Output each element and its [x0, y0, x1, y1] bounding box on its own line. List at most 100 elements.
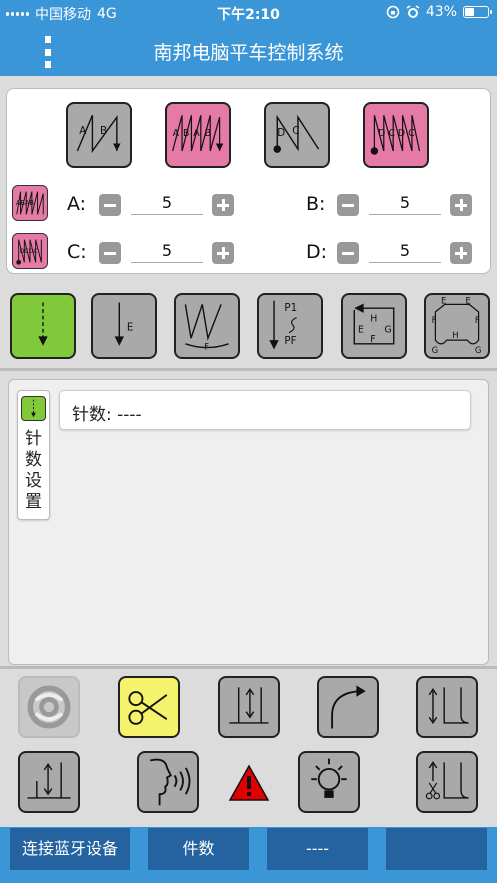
svg-text:P1: P1 [284, 302, 297, 314]
svg-text:E: E [465, 295, 470, 305]
stitch-setting-tab[interactable]: 针数设置 [17, 390, 50, 520]
piece-count-value: ---- [267, 828, 368, 870]
stitch-dcdc-icon: D C D C [370, 115, 421, 155]
status-bar: 中国移动 4G 下午2:10 43% [0, 0, 497, 26]
connect-bluetooth-button[interactable]: 连接蓝牙设备 [10, 828, 130, 870]
mode-square-button[interactable]: H E G F [341, 293, 407, 359]
stitch-count-value: ---- [117, 405, 142, 425]
param-a-value[interactable]: 5 [131, 193, 203, 215]
svg-text:C: C [388, 128, 395, 139]
pattern-dc-button[interactable]: D C [264, 102, 330, 168]
svg-text:A: A [193, 128, 200, 139]
svg-text:G: G [384, 325, 391, 336]
param-c-label: C: [67, 241, 87, 263]
param-d-plus-button[interactable] [450, 242, 472, 264]
pattern-label-b: B [100, 125, 107, 137]
back-tack-button[interactable] [18, 751, 80, 813]
svg-text:H: H [452, 330, 458, 340]
param-d-value[interactable]: 5 [369, 241, 441, 263]
svg-text:F: F [475, 315, 480, 325]
spiral-button[interactable] [18, 676, 80, 738]
svg-text:E: E [358, 325, 364, 336]
param-a-label: A: [67, 193, 87, 215]
presser-foot-scissors-icon [425, 761, 469, 800]
curve-button[interactable] [317, 676, 379, 738]
pattern-ab-button[interactable]: A B [66, 102, 132, 168]
presser-foot-button[interactable] [416, 676, 478, 738]
voice-button[interactable] [137, 751, 199, 813]
param-b-plus-button[interactable] [450, 194, 472, 216]
free-sewing-icon [38, 302, 48, 346]
param-d-label: D: [306, 241, 328, 263]
svg-text:E: E [441, 295, 446, 305]
svg-text:C: C [292, 125, 299, 137]
p1-pf-icon: P1 PF [269, 300, 297, 350]
light-button[interactable] [298, 751, 360, 813]
pattern-label-a: A [79, 125, 86, 137]
param-b-label: B: [306, 193, 326, 215]
dcdc-small-icon: DCDC [12, 233, 48, 269]
curve-arrow-icon [331, 685, 366, 729]
piece-count-label: 件数 [148, 828, 249, 870]
stitch-setting-label: 针数设置 [25, 429, 42, 512]
presser-foot-icon [428, 687, 469, 725]
param-b-value[interactable]: 5 [369, 193, 441, 215]
pattern-dcdc-button[interactable]: D C D C [363, 102, 429, 168]
rotation-lock-icon [386, 5, 400, 19]
main-content: A B A B A B D C D C D C ABAB DCDC A: 5 B… [0, 76, 497, 827]
trim-button[interactable] [118, 676, 180, 738]
square-pattern-icon: H E G F [353, 303, 395, 345]
end-sewing-icon: E [114, 302, 134, 346]
complex-pattern-icon: E E F F G H G [432, 295, 482, 355]
svg-text:D: D [277, 127, 285, 139]
needle-position-button[interactable] [218, 676, 280, 738]
f-sewing-icon: F [184, 304, 229, 351]
svg-text:ABAB: ABAB [16, 199, 35, 207]
page-title: 南邦电脑平车控制系统 [153, 42, 344, 64]
param-a-plus-button[interactable] [212, 194, 234, 216]
mode-end-sewing-button[interactable]: E [91, 293, 157, 359]
footer-bar: 连接蓝牙设备 件数 ---- [0, 827, 497, 883]
light-bulb-icon [311, 758, 347, 798]
svg-text:F: F [370, 334, 375, 345]
svg-text:C: C [408, 128, 415, 139]
voice-head-icon [149, 758, 191, 806]
scissors-icon [128, 691, 168, 725]
alarm-icon [406, 5, 420, 18]
battery-percent: 43% [425, 4, 457, 20]
footer-extra-button[interactable] [386, 828, 487, 870]
svg-text:A: A [173, 128, 180, 139]
mode-p1-pf-button[interactable]: P1 PF [257, 293, 323, 359]
abab-small-icon: ABAB [12, 185, 48, 221]
svg-text:B: B [183, 128, 189, 139]
svg-text:G: G [475, 345, 482, 355]
mode-f-sewing-button[interactable]: F [174, 293, 240, 359]
param-c-plus-button[interactable] [212, 242, 234, 264]
param-c-value[interactable]: 5 [131, 241, 203, 263]
svg-text:DCDC: DCDC [20, 248, 38, 255]
mode-complex-button[interactable]: E E F F G H G [424, 293, 490, 359]
param-c-minus-button[interactable] [99, 242, 121, 264]
param-a-minus-button[interactable] [99, 194, 121, 216]
pattern-panel: A B A B A B D C D C D C ABAB DCDC A: 5 B… [6, 88, 491, 274]
mode-free-sewing-button[interactable] [10, 293, 76, 359]
svg-text:H: H [370, 313, 377, 324]
stitch-count-row: 针数: ---- [59, 390, 471, 430]
pattern-abab-button[interactable]: A B A B [165, 102, 231, 168]
stitch-count-label: 针数: [72, 405, 112, 425]
divider [0, 666, 497, 669]
svg-text:F: F [204, 341, 209, 351]
param-b-minus-button[interactable] [337, 194, 359, 216]
svg-text:F: F [432, 315, 437, 325]
stitch-abab-icon: A B A B [172, 115, 224, 152]
stitch-dc-icon: D C [273, 114, 320, 153]
foot-trim-button[interactable] [416, 751, 478, 813]
stitch-ab-icon: A B [76, 114, 121, 154]
svg-text:PF: PF [284, 335, 296, 347]
stitch-panel: 针数设置 针数: ---- [8, 379, 489, 665]
warning-icon [228, 764, 270, 802]
param-d-minus-button[interactable] [337, 242, 359, 264]
divider [0, 368, 497, 371]
svg-text:E: E [127, 322, 134, 334]
app-header: 南邦电脑平车控制系统 [0, 26, 497, 76]
